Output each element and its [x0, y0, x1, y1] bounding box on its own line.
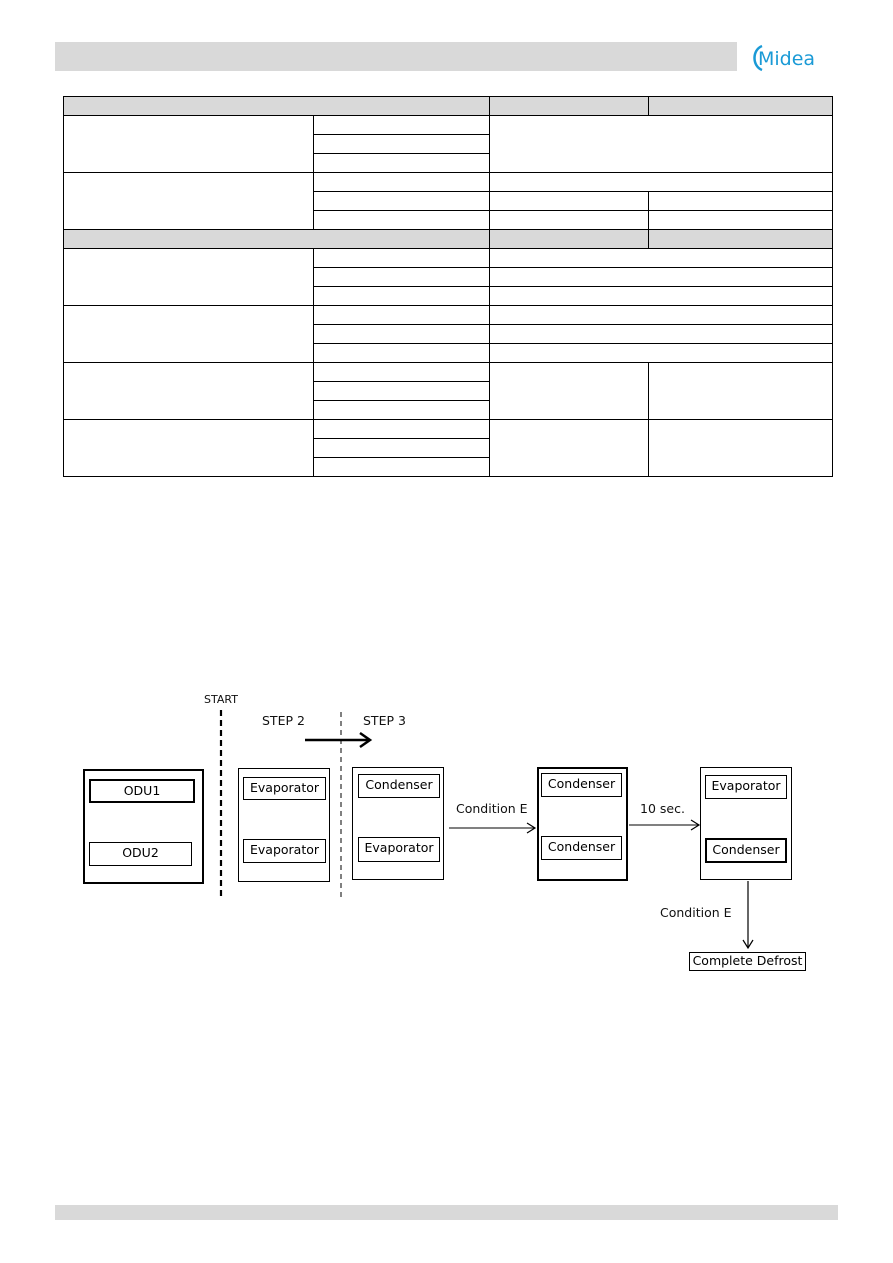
footer-bar [55, 1205, 838, 1220]
box5-top-label: Evaporator [705, 775, 787, 799]
diagram-lines [219, 710, 754, 950]
box4-bottom-label: Condenser [541, 836, 622, 860]
odu2-label: ODU2 [89, 842, 192, 866]
step3-bottom-label: Evaporator [358, 837, 440, 862]
step3-top-label: Condenser [358, 774, 440, 798]
document-page: Midea START STEP 2 STEP 3 ODU1 ODU2 Evap… [0, 0, 893, 1263]
step2-label: STEP 2 [262, 713, 305, 728]
arrow-1-label: Condition E [456, 801, 528, 816]
step3-label: STEP 3 [363, 713, 406, 728]
step2-top-label: Evaporator [243, 777, 326, 800]
arrow-2-label: 10 sec. [640, 801, 685, 816]
start-label: START [204, 693, 238, 706]
odu1-label: ODU1 [89, 779, 195, 803]
box5-bottom-label: Condenser [705, 838, 787, 863]
step2-bottom-label: Evaporator [243, 839, 326, 863]
box4-top-label: Condenser [541, 773, 622, 797]
arrow-3-label: Condition E [660, 905, 732, 920]
complete-defrost-box: Complete Defrost [689, 952, 806, 971]
